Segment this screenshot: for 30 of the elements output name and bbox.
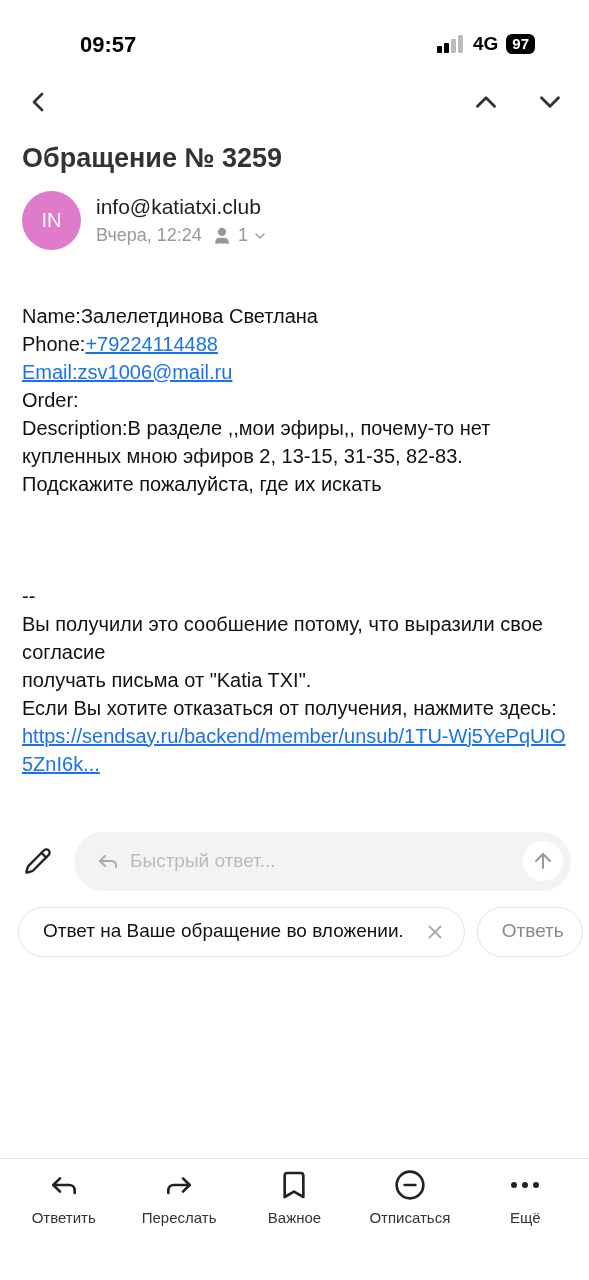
toolbar-button[interactable]: Важное: [244, 1169, 345, 1280]
signal-icon: [436, 35, 465, 53]
email-subject: Обращение № 3259: [21, 142, 284, 175]
status-time: 09:57: [80, 30, 137, 59]
network-label: 4G: [472, 31, 499, 56]
toolbar-button[interactable]: Переслать: [129, 1169, 230, 1280]
quick-reply-bar[interactable]: Быстрый ответ...: [74, 831, 571, 891]
body-text: Если Вы хотите отказаться от получения, нажмите здесь:: [22, 695, 558, 721]
unsubscribe-icon: [393, 1169, 426, 1201]
toolbar-button[interactable]: Ещё: [475, 1169, 576, 1280]
sender-email: info@katiatxi.club: [96, 193, 262, 220]
send-button[interactable]: [523, 841, 563, 881]
sender-avatar: IN: [22, 190, 81, 250]
body-text: Description:В разделе ,,мои эфиры,, почему-то нет купленных мною эфиров 2, 13-15, 31-35, 82-83. Подскажите пожалуйста, где их искать: [22, 415, 492, 497]
quick-reply-field[interactable]: Быстрый ответ...: [130, 846, 513, 876]
body-text: получать письма от "Katia TXI".: [22, 667, 313, 693]
toolbar-button[interactable]: Отписаться: [359, 1169, 460, 1280]
unsubscribe-link[interactable]: https://sendsay.ru/backend/member/unsub/1TU-Wj5YePqUIO5ZnI6k...: [22, 721, 567, 778]
battery-indicator: 97: [506, 34, 535, 54]
more-icon: [511, 1182, 540, 1188]
email-link[interactable]: Email:zsv1006@mail.ru: [22, 357, 233, 386]
phone-link[interactable]: +79224114488: [85, 332, 218, 355]
body-text: Phone:+79224114488: [22, 331, 219, 357]
email-date: Вчера, 12:24: [96, 224, 202, 248]
body-text: Order:: [22, 387, 80, 413]
body-text: Name:Залелетдинова Светлана: [22, 303, 319, 329]
suggestion-chip[interactable]: Ответ на Ваше обращение во вложении.: [18, 906, 465, 957]
toolbar-button[interactable]: Ответить: [13, 1169, 114, 1280]
body-text: --: [22, 583, 37, 609]
compose-icon[interactable]: [24, 847, 52, 875]
